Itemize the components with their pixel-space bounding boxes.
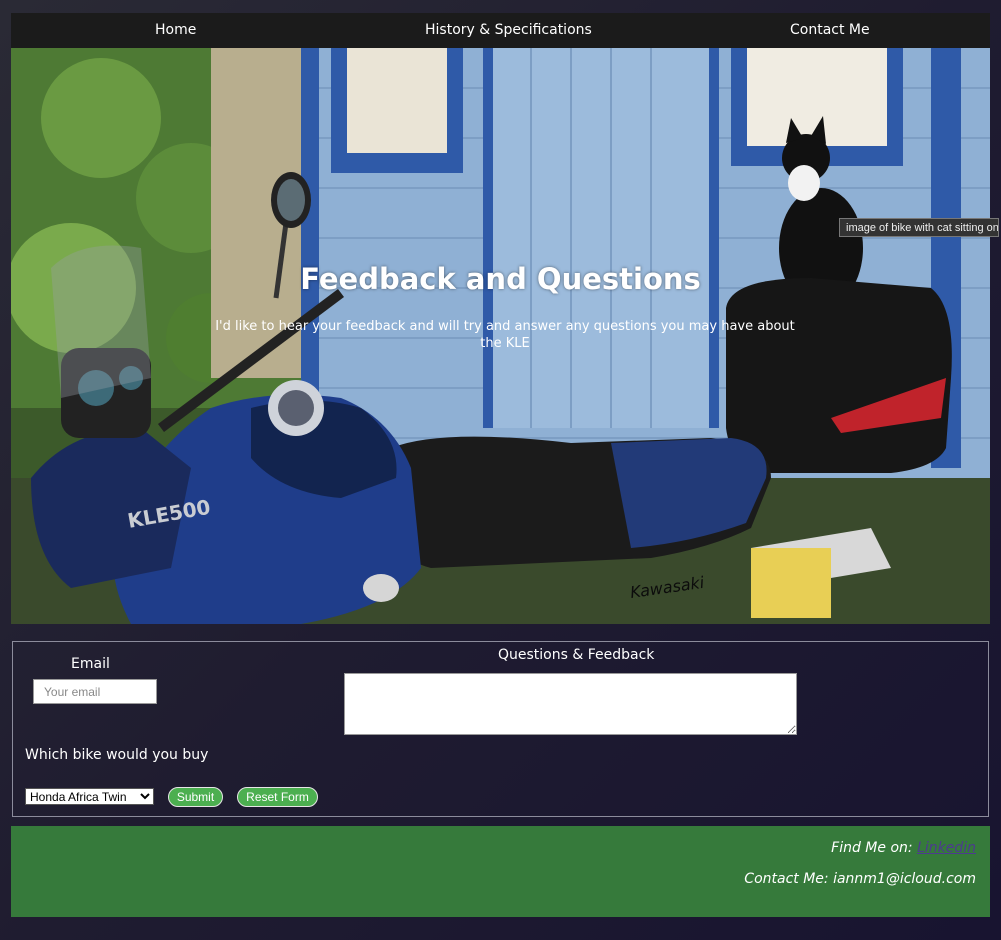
find-me-line: Find Me on: Linkedin — [831, 840, 976, 856]
find-me-prefix: Find Me on: — [831, 840, 918, 856]
feedback-label: Questions & Feedback — [498, 647, 655, 663]
feedback-textarea[interactable] — [344, 673, 797, 735]
image-tooltip: image of bike with cat sitting on it — [839, 218, 999, 237]
footer: Find Me on: Linkedin Contact Me: iannm1@… — [11, 826, 990, 917]
contact-email-line: Contact Me: iannm1@icloud.com — [744, 871, 976, 887]
bike-question-label: Which bike would you buy — [25, 747, 209, 763]
linkedin-link[interactable]: Linkedin — [917, 840, 976, 856]
page-title: Feedback and Questions — [300, 262, 701, 296]
nav-history-link[interactable]: History & Specifications — [425, 22, 592, 38]
feedback-form: Email Questions & Feedback Which bike wo… — [12, 641, 989, 817]
email-label: Email — [71, 656, 110, 672]
page-subtitle: I'd like to hear your feedback and will … — [215, 319, 795, 351]
hero-image: KLE500 Kawasaki Feedback and Questions I… — [11, 48, 990, 624]
email-field[interactable] — [33, 679, 157, 704]
submit-button[interactable]: Submit — [168, 787, 223, 807]
reset-form-button[interactable]: Reset Form — [237, 787, 318, 807]
nav-contact-link[interactable]: Contact Me — [790, 22, 870, 38]
nav-home-link[interactable]: Home — [155, 22, 196, 38]
top-nav: Home History & Specifications Contact Me — [11, 13, 990, 48]
bike-select[interactable]: Honda Africa Twin — [25, 788, 154, 805]
